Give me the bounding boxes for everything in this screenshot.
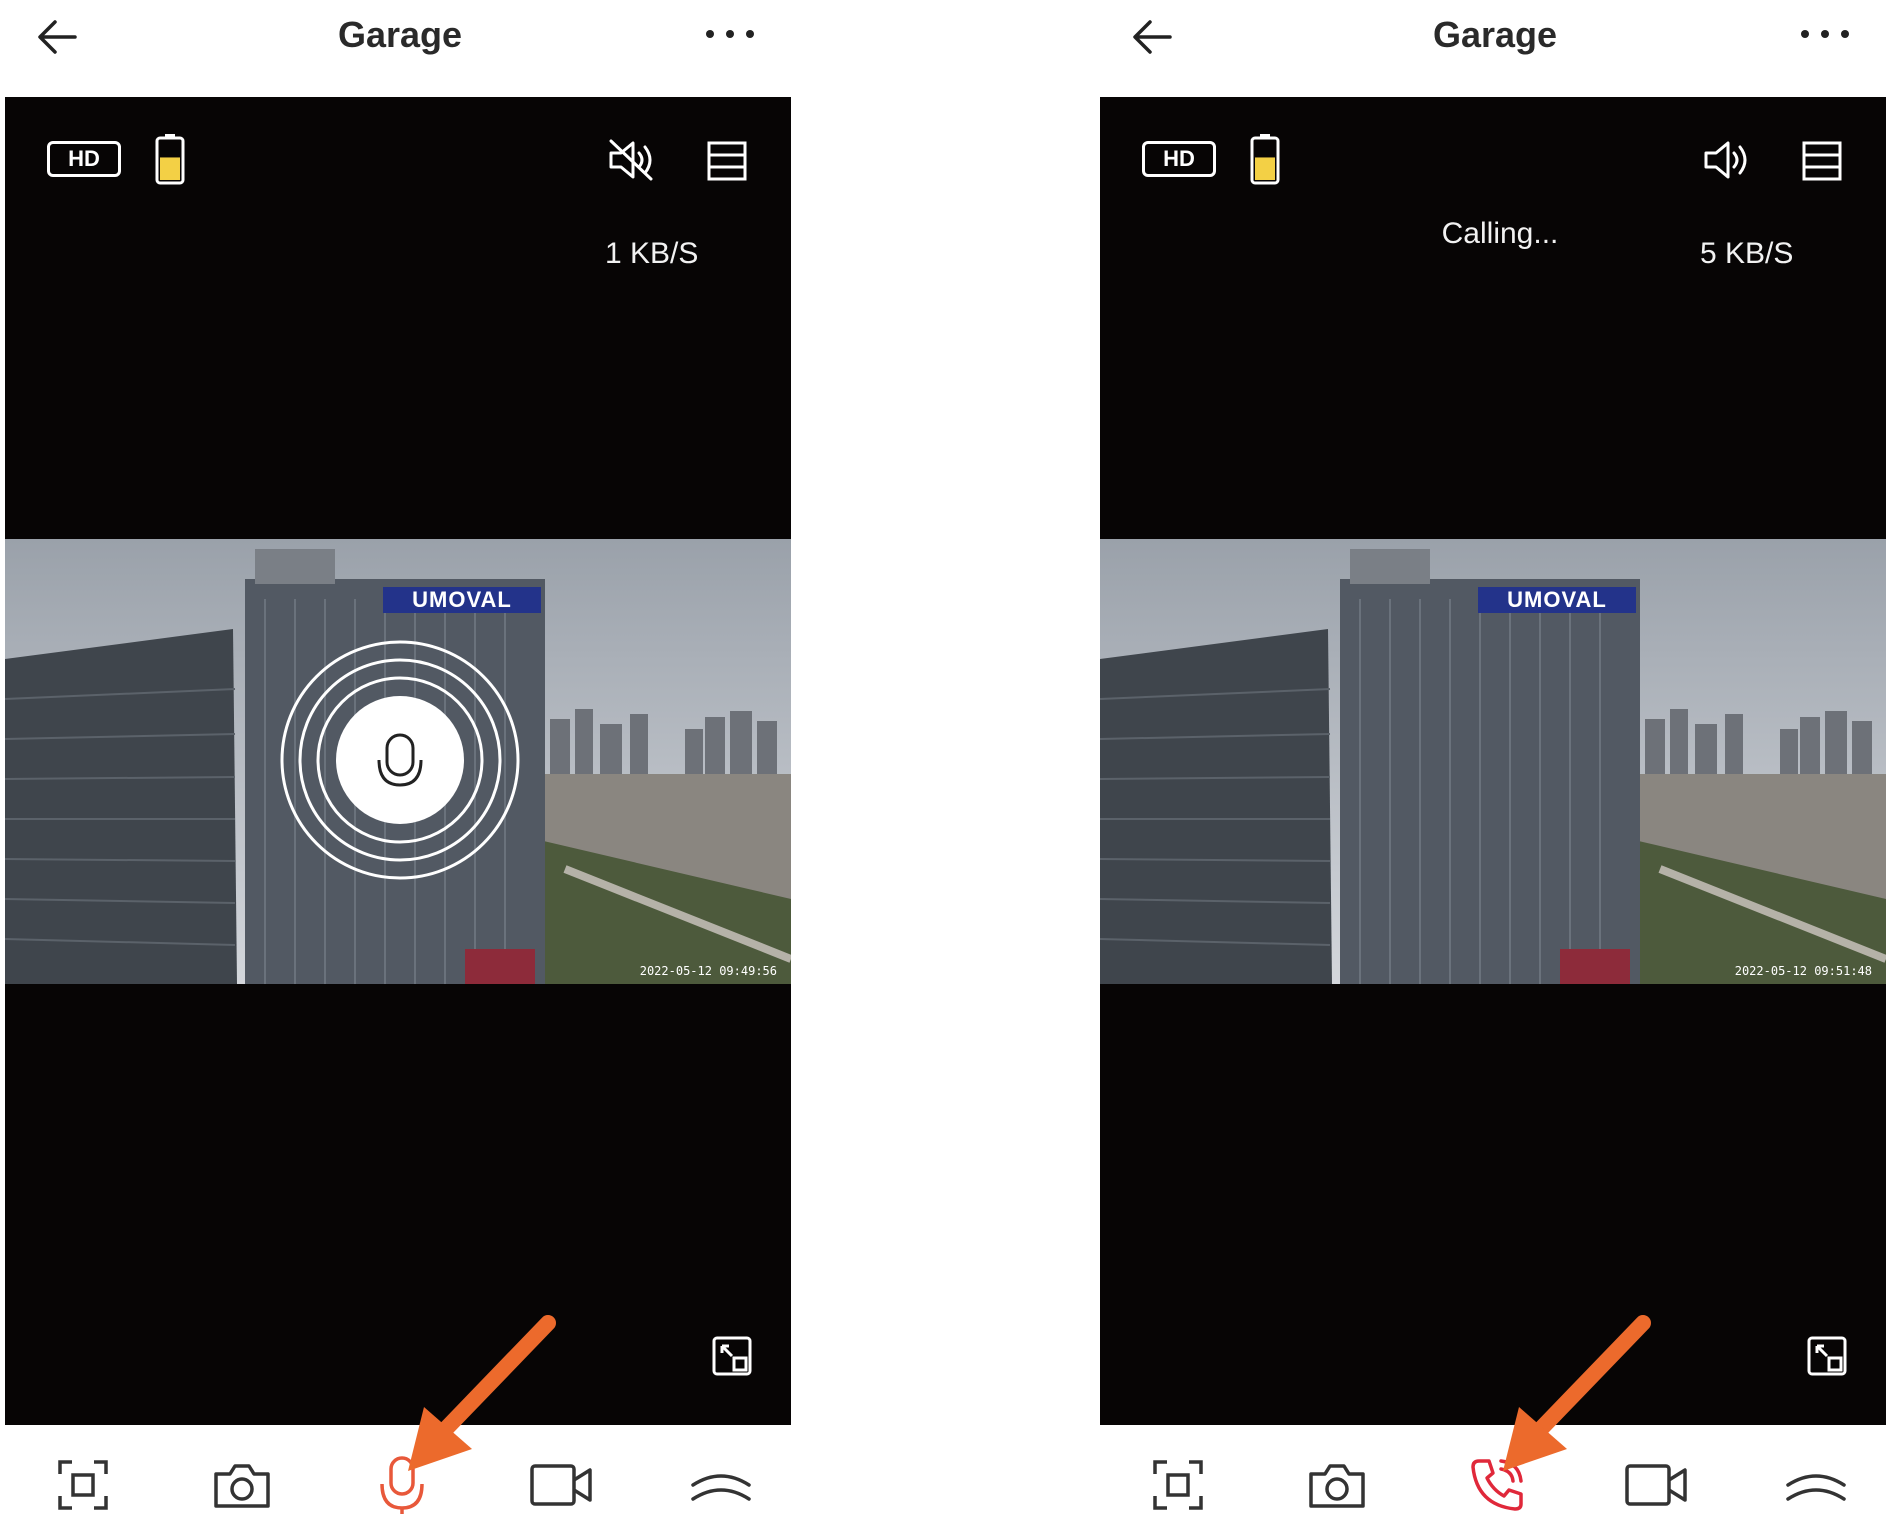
viewport-controls: HD: [1100, 97, 1886, 217]
screen-calling-mode: Garage HD Calling... 5 KB/S UMOVAL 2022-…: [1100, 0, 1886, 1540]
building-sign-text: UMOVAL: [1478, 587, 1636, 613]
camera-icon: [1309, 1464, 1365, 1508]
video-record-icon: [530, 1464, 592, 1506]
more-options-button[interactable]: [695, 12, 765, 56]
bitrate-readout: 5 KB/S: [1700, 237, 1794, 270]
camera-viewport[interactable]: HD Calling... 5 KB/S UMOVAL 2022-05-12 0…: [1100, 97, 1886, 1425]
battery-icon: [1250, 134, 1280, 185]
page-title: Garage: [337, 14, 463, 55]
record-button[interactable]: [521, 1450, 601, 1520]
camera-viewport[interactable]: HD 1 KB/S UMOVAL 2022-05-12 09:49:56: [5, 97, 791, 1425]
record-button[interactable]: [1616, 1450, 1696, 1520]
push-to-talk-overlay[interactable]: [275, 635, 525, 885]
back-button[interactable]: [29, 12, 85, 62]
expand-up-icon: [1786, 1474, 1846, 1501]
phone-call-icon: [1471, 1459, 1523, 1511]
call-button[interactable]: [1457, 1450, 1537, 1520]
screenshot-icon: [58, 1460, 108, 1510]
snapshot-button[interactable]: [1297, 1450, 1377, 1520]
calling-status: Calling...: [1441, 217, 1559, 250]
screenshot-icon: [1153, 1460, 1203, 1510]
page-title: Garage: [1432, 14, 1558, 55]
video-record-icon: [1625, 1464, 1687, 1506]
expand-up-icon: [691, 1474, 751, 1501]
viewport-controls: HD: [5, 97, 791, 217]
back-button[interactable]: [1124, 12, 1180, 62]
screenshot-button[interactable]: [43, 1450, 123, 1520]
hd-quality-button[interactable]: HD: [1142, 141, 1216, 177]
microphone-icon: [380, 1456, 424, 1514]
bitrate-readout: 1 KB/S: [605, 237, 699, 270]
screen-talk-mode: Garage HD 1 KB/S UMOVAL 2022-05-12 09:49…: [5, 0, 795, 1540]
arrow-left-icon: [38, 20, 77, 54]
speaker-muted-icon[interactable]: [605, 137, 659, 183]
bottom-toolbar: [5, 1430, 795, 1540]
more-dots-icon: [706, 30, 754, 38]
fullscreen-icon[interactable]: [710, 1334, 754, 1378]
screenshot-button[interactable]: [1138, 1450, 1218, 1520]
building-sign-text: UMOVAL: [383, 587, 541, 613]
bottom-toolbar: [1100, 1430, 1886, 1540]
live-video-feed: UMOVAL 2022-05-12 09:49:56: [5, 539, 791, 984]
snapshot-button[interactable]: [202, 1450, 282, 1520]
layout-split-icon[interactable]: [1800, 139, 1844, 183]
hd-quality-button[interactable]: HD: [47, 141, 121, 177]
app-header: Garage: [1100, 0, 1886, 95]
more-options-button[interactable]: [1790, 12, 1860, 56]
layout-split-icon[interactable]: [705, 139, 749, 183]
battery-icon: [155, 134, 185, 185]
video-timestamp: 2022-05-12 09:49:56: [639, 964, 777, 978]
video-timestamp: 2022-05-12 09:51:48: [1734, 964, 1872, 978]
more-dots-icon: [1801, 30, 1849, 38]
talk-button[interactable]: [362, 1450, 442, 1520]
arrow-left-icon: [1133, 20, 1172, 54]
live-video-feed: UMOVAL 2022-05-12 09:51:48: [1100, 539, 1886, 984]
speaker-on-icon[interactable]: [1700, 137, 1754, 183]
expand-panel-button[interactable]: [1776, 1450, 1856, 1520]
expand-panel-button[interactable]: [681, 1450, 761, 1520]
fullscreen-icon[interactable]: [1805, 1334, 1849, 1378]
camera-icon: [214, 1464, 270, 1508]
app-header: Garage: [5, 0, 795, 95]
